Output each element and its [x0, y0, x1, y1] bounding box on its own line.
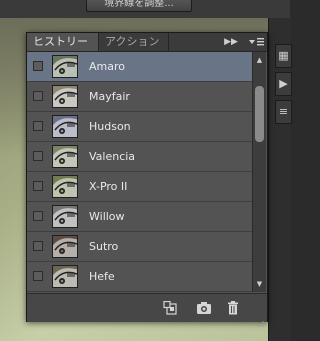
history-state-label: X-Pro II [89, 180, 128, 193]
scrollbar[interactable]: ▲ ▼ [252, 52, 266, 292]
tab-history[interactable]: ヒストリー [27, 33, 99, 51]
snapshot-camera-icon[interactable] [196, 300, 212, 314]
state-thumbnail-image [52, 145, 78, 168]
snapshot-source-checkbox[interactable] [33, 121, 43, 131]
snapshot-source-checkbox[interactable] [33, 91, 43, 101]
play-icon[interactable]: ▶ [275, 72, 292, 96]
history-state-label: Hefe [89, 270, 115, 283]
history-state-row[interactable]: Valencia [27, 142, 252, 172]
new-document-from-state-icon[interactable] [163, 300, 179, 315]
history-state-label: Amaro [89, 60, 125, 73]
history-state-row[interactable]: Hudson [27, 112, 252, 142]
history-state-row[interactable]: Willow [27, 202, 252, 232]
state-thumbnail-image [52, 205, 78, 228]
scroll-down-arrow-icon[interactable]: ▼ [253, 278, 266, 290]
history-state-row[interactable]: Sutro [27, 232, 252, 262]
tab-actions[interactable]: アクション [99, 33, 169, 51]
state-thumbnail-image [52, 265, 78, 288]
double-chevron-right-icon[interactable]: ▶▶ [223, 33, 239, 51]
history-state-row[interactable]: X-Pro II [27, 172, 252, 202]
history-list: Amaro Mayfair Hudson Valencia X-Pro II Willow… [27, 52, 252, 292]
snapshot-source-checkbox[interactable] [33, 271, 43, 281]
history-panel: ヒストリー アクション ▶▶ Amaro Mayfair Hudson Valenci… [26, 32, 268, 327]
refine-edge-button[interactable]: 境界線を調整... [86, 0, 192, 12]
state-thumbnail-image [52, 55, 78, 78]
snapshot-source-checkbox[interactable] [33, 181, 43, 191]
history-state-label: Willow [89, 210, 125, 223]
history-state-row[interactable]: Mayfair [27, 82, 252, 112]
state-thumbnail-image [52, 235, 78, 258]
resize-grip-icon[interactable] [257, 313, 265, 327]
options-bar: 境界線を調整... [0, 0, 290, 19]
state-thumbnail-image [52, 115, 78, 138]
scroll-thumb[interactable] [255, 86, 264, 142]
snapshot-source-checkbox[interactable] [33, 61, 43, 71]
snapshot-source-checkbox[interactable] [33, 211, 43, 221]
state-thumbnail-image [52, 175, 78, 198]
panel-footer [27, 293, 267, 327]
history-state-row[interactable]: Amaro [27, 52, 252, 82]
layers-icon[interactable]: ≡ [275, 100, 292, 124]
snapshot-source-checkbox[interactable] [33, 241, 43, 251]
history-state-label: Sutro [89, 240, 119, 253]
panel-header: ヒストリー アクション ▶▶ [27, 33, 267, 52]
grid-icon[interactable]: ▦ [275, 44, 292, 68]
history-state-label: Hudson [89, 120, 131, 133]
snapshot-source-checkbox[interactable] [33, 151, 43, 161]
history-state-label: Valencia [89, 150, 136, 163]
history-state-label: Mayfair [89, 90, 130, 103]
history-state-row[interactable]: Hefe [27, 262, 252, 292]
trash-icon[interactable] [225, 300, 241, 315]
panel-menu-icon[interactable] [247, 33, 265, 51]
scroll-up-arrow-icon[interactable]: ▲ [253, 54, 266, 66]
state-thumbnail-image [52, 85, 78, 108]
